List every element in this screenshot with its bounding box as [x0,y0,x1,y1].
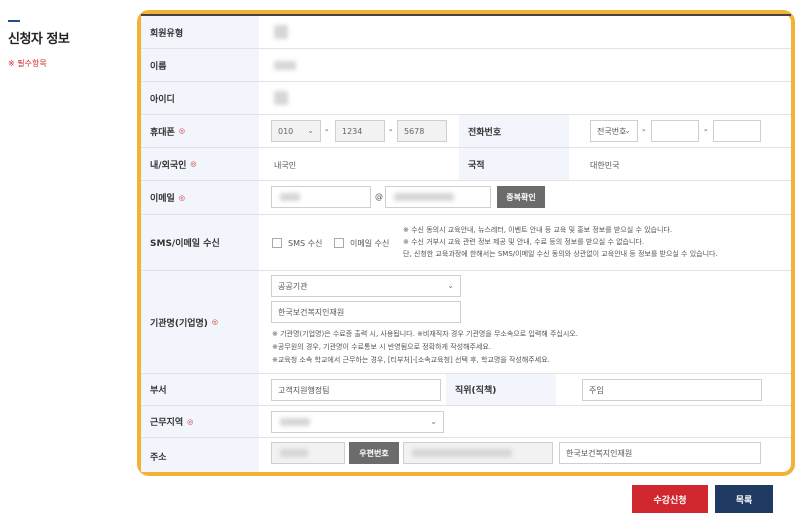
dash: - [704,125,708,136]
required-mark: ◎ [178,127,185,135]
org-label-cell: 기관명(기업명) ◎ [141,271,259,373]
org-note: ※교육청 소속 학교에서 근무하는 경우, [티부처]-[소속교육청] 선택 후… [272,356,550,364]
position-value: 주임 [589,385,604,395]
sms-checkbox[interactable] [272,238,282,248]
sms-option-label: SMS 수신 [288,239,323,248]
region-label-cell: 근무지역 ◎ [141,406,259,437]
position-label: 직위(직책) [446,374,556,405]
sms-label: SMS/이메일 수신 [141,215,259,270]
title-accent-bar [8,20,20,22]
submit-button[interactable]: 수강신청 [632,485,708,513]
member-type-label: 회원유형 [141,16,259,48]
section-header: 신청자 정보 [8,20,70,47]
phone-label: 전화번호 [459,115,569,147]
email-domain-redacted [394,193,454,201]
mobile-prefix-select[interactable]: 010 ⌄ [271,120,321,142]
sms-note: ※ 수신 거부시 교육 관련 정보 제공 및 안내, 수료 등의 정보를 받으실… [403,238,645,246]
position-input[interactable]: 주임 [582,379,762,401]
row-nationality: 내/외국인 ◎ 내국인 국적 대한민국 [141,148,791,181]
nationality-value: 대한민국 [590,161,620,170]
applicant-form: 회원유형 이름 아이디 휴대폰 ◎ 010 ⌄ - 1234 - 5678 전화번… [141,14,791,472]
email-checkbox[interactable] [334,238,344,248]
row-mobile: 휴대폰 ◎ 010 ⌄ - 1234 - 5678 전화번호 전국번호 ⌄ - - [141,115,791,148]
name-value-redacted [274,61,296,70]
mobile-mid-input[interactable]: 1234 [335,120,385,142]
required-mark: ◎ [190,160,197,168]
org-type-select[interactable]: 공공기관 ⌄ [271,275,461,297]
email-id-redacted [280,193,300,201]
required-note: ※ 필수항목 [8,59,47,68]
required-mark: ◎ [187,417,194,426]
org-label: 기관명(기업명) [150,318,208,329]
zipcode-input[interactable] [271,442,345,464]
dept-label: 부서 [141,374,259,405]
address-detail-input[interactable]: 한국보건복지인재원 [559,442,761,464]
at-sign: @ [375,192,383,201]
dept-value: 고객지원행정팀 [278,385,330,395]
phone-prefix-select[interactable]: 전국번호 ⌄ [590,120,638,142]
required-mark: ◎ [178,193,185,202]
chevron-down-icon: ⌄ [624,126,631,135]
email-domain-input[interactable] [385,186,491,208]
list-button[interactable]: 목록 [715,485,773,513]
zipcode-redacted [280,449,308,457]
address-main-input[interactable] [403,442,553,464]
row-email: 이메일 ◎ @ 중복확인 [141,181,791,215]
sms-note: 단, 신청한 교육과정에 한해서는 SMS/이메일 수신 동의와 상관없이 교육… [403,250,718,258]
phone-mid-input[interactable] [651,120,699,142]
phone-prefix-placeholder: 전국번호 [597,126,627,136]
chevron-down-icon: ⌄ [307,126,314,135]
section-title: 신청자 정보 [8,32,70,47]
row-sms: SMS/이메일 수신 SMS 수신 이메일 수신 ※ 수신 동의시 교육안내, … [141,215,791,271]
email-label: 이메일 [150,194,175,204]
org-note: ※공무원의 경우, 기관명이 수료통보 시 반영됨으로 정확하게 작성해주세요. [272,343,492,351]
nationality-type-label: 내/외국인 [150,160,187,171]
mobile-prefix-value: 010 [278,126,294,136]
region-select[interactable]: ⌄ [271,411,444,433]
required-mark: ◎ [211,318,219,326]
dept-input[interactable]: 고객지원행정팀 [271,379,441,401]
mobile-label: 휴대폰 [150,127,175,138]
id-value-redacted [274,91,288,105]
row-region: 근무지역 ◎ ⌄ [141,406,791,438]
row-name: 이름 [141,49,791,82]
row-department: 부서 고객지원행정팀 직위(직책) 주임 [141,374,791,406]
nationality-type-label-cell: 내/외국인 ◎ [141,148,259,180]
sms-note: ※ 수신 동의시 교육안내, 뉴스레터, 이벤트 안내 등 교육 및 홍보 정보… [403,226,673,234]
address-detail-value: 한국보건복지인재원 [566,448,633,458]
nationality-label: 국적 [459,148,569,180]
chevron-down-icon: ⌄ [447,281,454,290]
region-label: 근무지역 [150,418,184,428]
region-value-redacted [280,418,310,426]
chevron-down-icon: ⌄ [430,417,437,426]
email-option-label: 이메일 수신 [350,239,390,248]
org-name-value: 한국보건복지인재원 [278,307,345,317]
nationality-type-value: 내국인 [274,161,297,170]
mobile-label-cell: 휴대폰 ◎ [141,115,259,147]
row-id: 아이디 [141,82,791,115]
org-name-input[interactable]: 한국보건복지인재원 [271,301,461,323]
email-label-cell: 이메일 ◎ [141,181,259,214]
email-check-button[interactable]: 중복확인 [497,186,545,208]
dash: - [389,125,393,136]
mobile-mid-value: 1234 [342,126,363,136]
dash: - [642,125,646,136]
org-note: ※ 기관명(기업명)은 수료증 출력 시, 사용됩니다. ※비재직자 경우 기관… [272,330,578,338]
org-type-value: 공공기관 [278,281,308,291]
mobile-last-input[interactable]: 5678 [397,120,447,142]
row-organization: 기관명(기업명) ◎ 공공기관 ⌄ 한국보건복지인재원 ※ 기관명(기업명)은 수… [141,271,791,374]
zipcode-search-button[interactable]: 우편번호 [349,442,399,464]
id-label: 아이디 [141,82,259,114]
address-label: 주소 [141,438,259,472]
address-main-redacted [412,449,512,457]
row-address: 주소 우편번호 한국보건복지인재원 [141,438,791,472]
mobile-last-value: 5678 [404,126,425,136]
member-type-value-redacted [274,25,288,39]
phone-last-input[interactable] [713,120,761,142]
name-label: 이름 [141,49,259,81]
email-id-input[interactable] [271,186,371,208]
row-member-type: 회원유형 [141,16,791,49]
dash: - [325,125,329,136]
